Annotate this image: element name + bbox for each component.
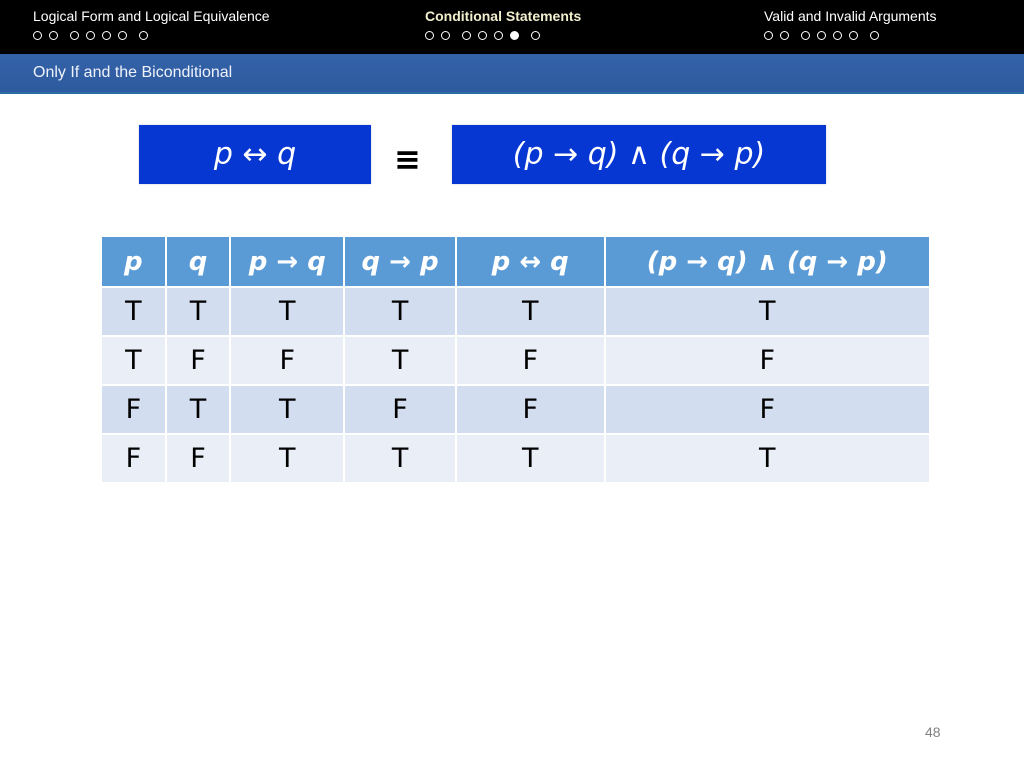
table-cell: T [603,286,931,337]
equivalence-symbol: ≡ [394,140,421,178]
slide-title-bar: Only If and the Biconditional [0,54,1024,94]
table-cell: F [229,335,346,386]
table-cell: T [164,286,232,337]
table-cell: T [164,384,232,435]
table-cell: F [454,384,606,435]
biconditional-formula: p ↔ q [213,137,297,172]
table-row: T T T T T T [100,286,931,337]
table-cell: F [100,384,167,435]
slide-dots [425,31,547,40]
slide-dot[interactable] [102,31,111,40]
slide-dot[interactable] [833,31,842,40]
table-cell: F [164,335,232,386]
table-cell: F [603,384,931,435]
slide-dot[interactable] [494,31,503,40]
nav-section-title[interactable]: Logical Form and Logical Equivalence [33,8,270,24]
table-cell: T [343,433,457,484]
slide-dot[interactable] [531,31,540,40]
conjunction-formula: (p → q) ∧ (q → p) [512,137,766,172]
table-cell: T [100,335,167,386]
table-cell: T [100,286,167,337]
section-navigation-bar: Logical Form and Logical Equivalence Con… [0,0,1024,54]
slide-dot[interactable] [425,31,434,40]
table-header-row: p q p → q q → p p ↔ q (p → q) ∧ (q → p) [100,235,931,288]
table-cell: F [454,335,606,386]
nav-section-title[interactable]: Valid and Invalid Arguments [764,8,937,24]
table-cell: T [343,335,457,386]
nav-section-title-active[interactable]: Conditional Statements [425,8,581,24]
table-cell: T [229,286,346,337]
slide-dot[interactable] [478,31,487,40]
table-cell: T [454,286,606,337]
table-cell: T [229,433,346,484]
slide-dot[interactable] [70,31,79,40]
table-cell: F [100,433,167,484]
table-cell: T [603,433,931,484]
column-header: (p → q) ∧ (q → p) [603,235,931,288]
slide-dot[interactable] [780,31,789,40]
column-header: p [100,235,167,288]
truth-table: p q p → q q → p p ↔ q (p → q) ∧ (q → p) … [100,235,931,484]
table-cell: T [229,384,346,435]
slide-dot[interactable] [462,31,471,40]
slide-dot[interactable] [441,31,450,40]
biconditional-formula-box: p ↔ q [139,125,371,184]
column-header: q [164,235,232,288]
table-cell: T [343,286,457,337]
slide-title: Only If and the Biconditional [33,64,233,81]
table-row: T F F T F F [100,335,931,386]
slide-dots [33,31,155,40]
slide-dot[interactable] [33,31,42,40]
slide-dot[interactable] [49,31,58,40]
slide-dot[interactable] [849,31,858,40]
table-row: F F T T T T [100,433,931,484]
conjunction-formula-box: (p → q) ∧ (q → p) [452,125,826,184]
table-cell: T [454,433,606,484]
table-cell: F [164,433,232,484]
current-slide-dot[interactable] [510,31,519,40]
slide-dot[interactable] [139,31,148,40]
slide-dot[interactable] [764,31,773,40]
slide-dot[interactable] [801,31,810,40]
table-cell: F [603,335,931,386]
slide-dot[interactable] [118,31,127,40]
column-header: p ↔ q [454,235,606,288]
column-header: q → p [343,235,457,288]
table-cell: F [343,384,457,435]
slide-dot[interactable] [86,31,95,40]
column-header: p → q [229,235,346,288]
table-row: F T T F F F [100,384,931,435]
slide-dot[interactable] [870,31,879,40]
slide-dots [764,31,886,40]
slide-dot[interactable] [817,31,826,40]
page-number: 48 [925,724,941,740]
